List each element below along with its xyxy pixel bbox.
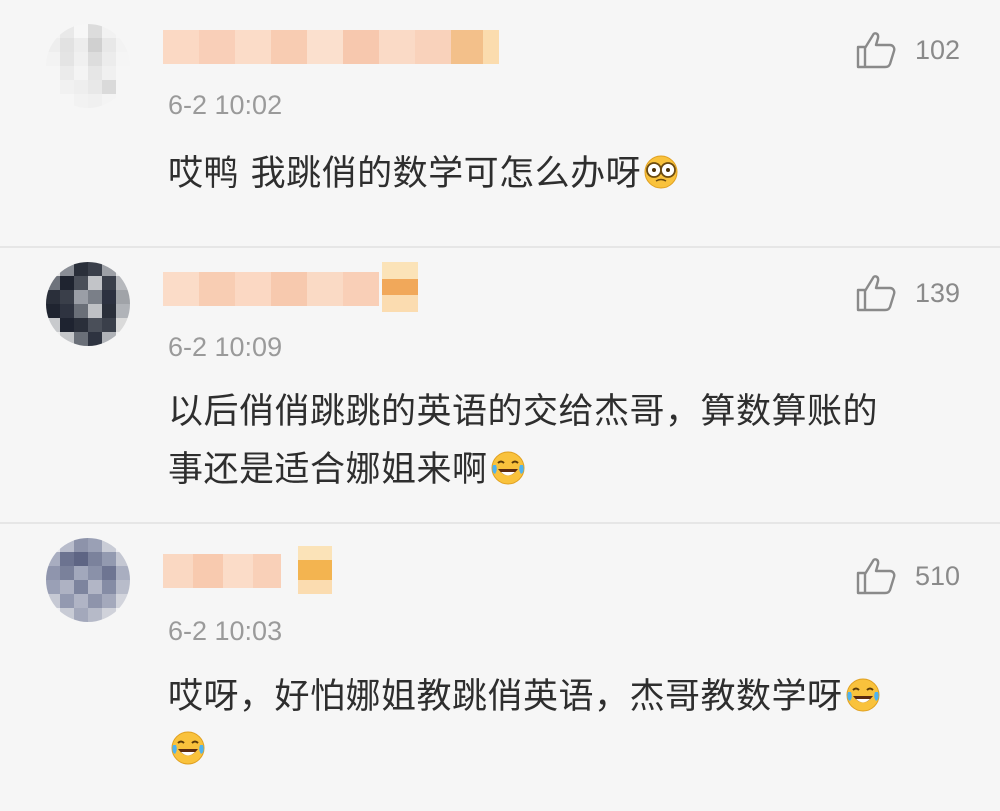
like-button[interactable]: 102 [855, 30, 960, 70]
thumbs-up-icon [856, 558, 896, 595]
timestamp: 6-2 10:02 [168, 90, 283, 120]
laughing-crying-emoji-icon [171, 731, 205, 765]
comment-text: 哎呀，好怕娜姐教跳俏英语，杰哥教数学呀 [168, 668, 968, 766]
timestamp: 6-2 10:03 [168, 616, 283, 646]
like-count: 139 [914, 277, 960, 308]
comment-text-line: 事还是适合娜姐来啊 [168, 450, 488, 490]
comment-item[interactable]: 139 6-2 10:09 以后俏俏跳跳的英语的交给杰哥，算数算账的 事还是适合… [0, 248, 1000, 522]
like-count: 510 [914, 560, 960, 591]
avatar[interactable] [46, 262, 130, 346]
comment-text-content: 哎鸭 我跳俏的数学可怎么办呀 [168, 154, 642, 194]
comment-item[interactable]: 510 6-2 10:03 哎呀，好怕娜姐教跳俏英语，杰哥教数学呀 [0, 524, 1000, 811]
comment-item[interactable]: 102 6-2 10:02 哎鸭 我跳俏的数学可怎么办呀 [0, 0, 1000, 246]
laughing-crying-emoji-icon [491, 451, 525, 485]
nervous-glasses-emoji-icon [644, 155, 678, 189]
user-badge-blurred [382, 262, 418, 312]
comment-text: 哎鸭 我跳俏的数学可怎么办呀 [168, 145, 968, 203]
avatar[interactable] [46, 538, 130, 622]
avatar[interactable] [46, 24, 130, 108]
comment-text: 以后俏俏跳跳的英语的交给杰哥，算数算账的 事还是适合娜姐来啊 [168, 383, 968, 499]
user-badge-blurred [298, 546, 332, 594]
thumbs-up-icon [856, 32, 896, 69]
comment-text-line: 以后俏俏跳跳的英语的交给杰哥，算数算账的 [168, 392, 879, 432]
like-button[interactable]: 510 [855, 556, 960, 596]
like-count: 102 [914, 34, 960, 65]
thumbs-up-icon [856, 275, 896, 312]
laughing-crying-emoji-icon [846, 678, 880, 712]
comment-text-content: 哎呀，好怕娜姐教跳俏英语，杰哥教数学呀 [168, 677, 843, 717]
username-blurred[interactable] [163, 30, 515, 64]
like-button[interactable]: 139 [855, 273, 960, 313]
username-blurred[interactable] [163, 554, 281, 588]
timestamp: 6-2 10:09 [168, 332, 283, 362]
